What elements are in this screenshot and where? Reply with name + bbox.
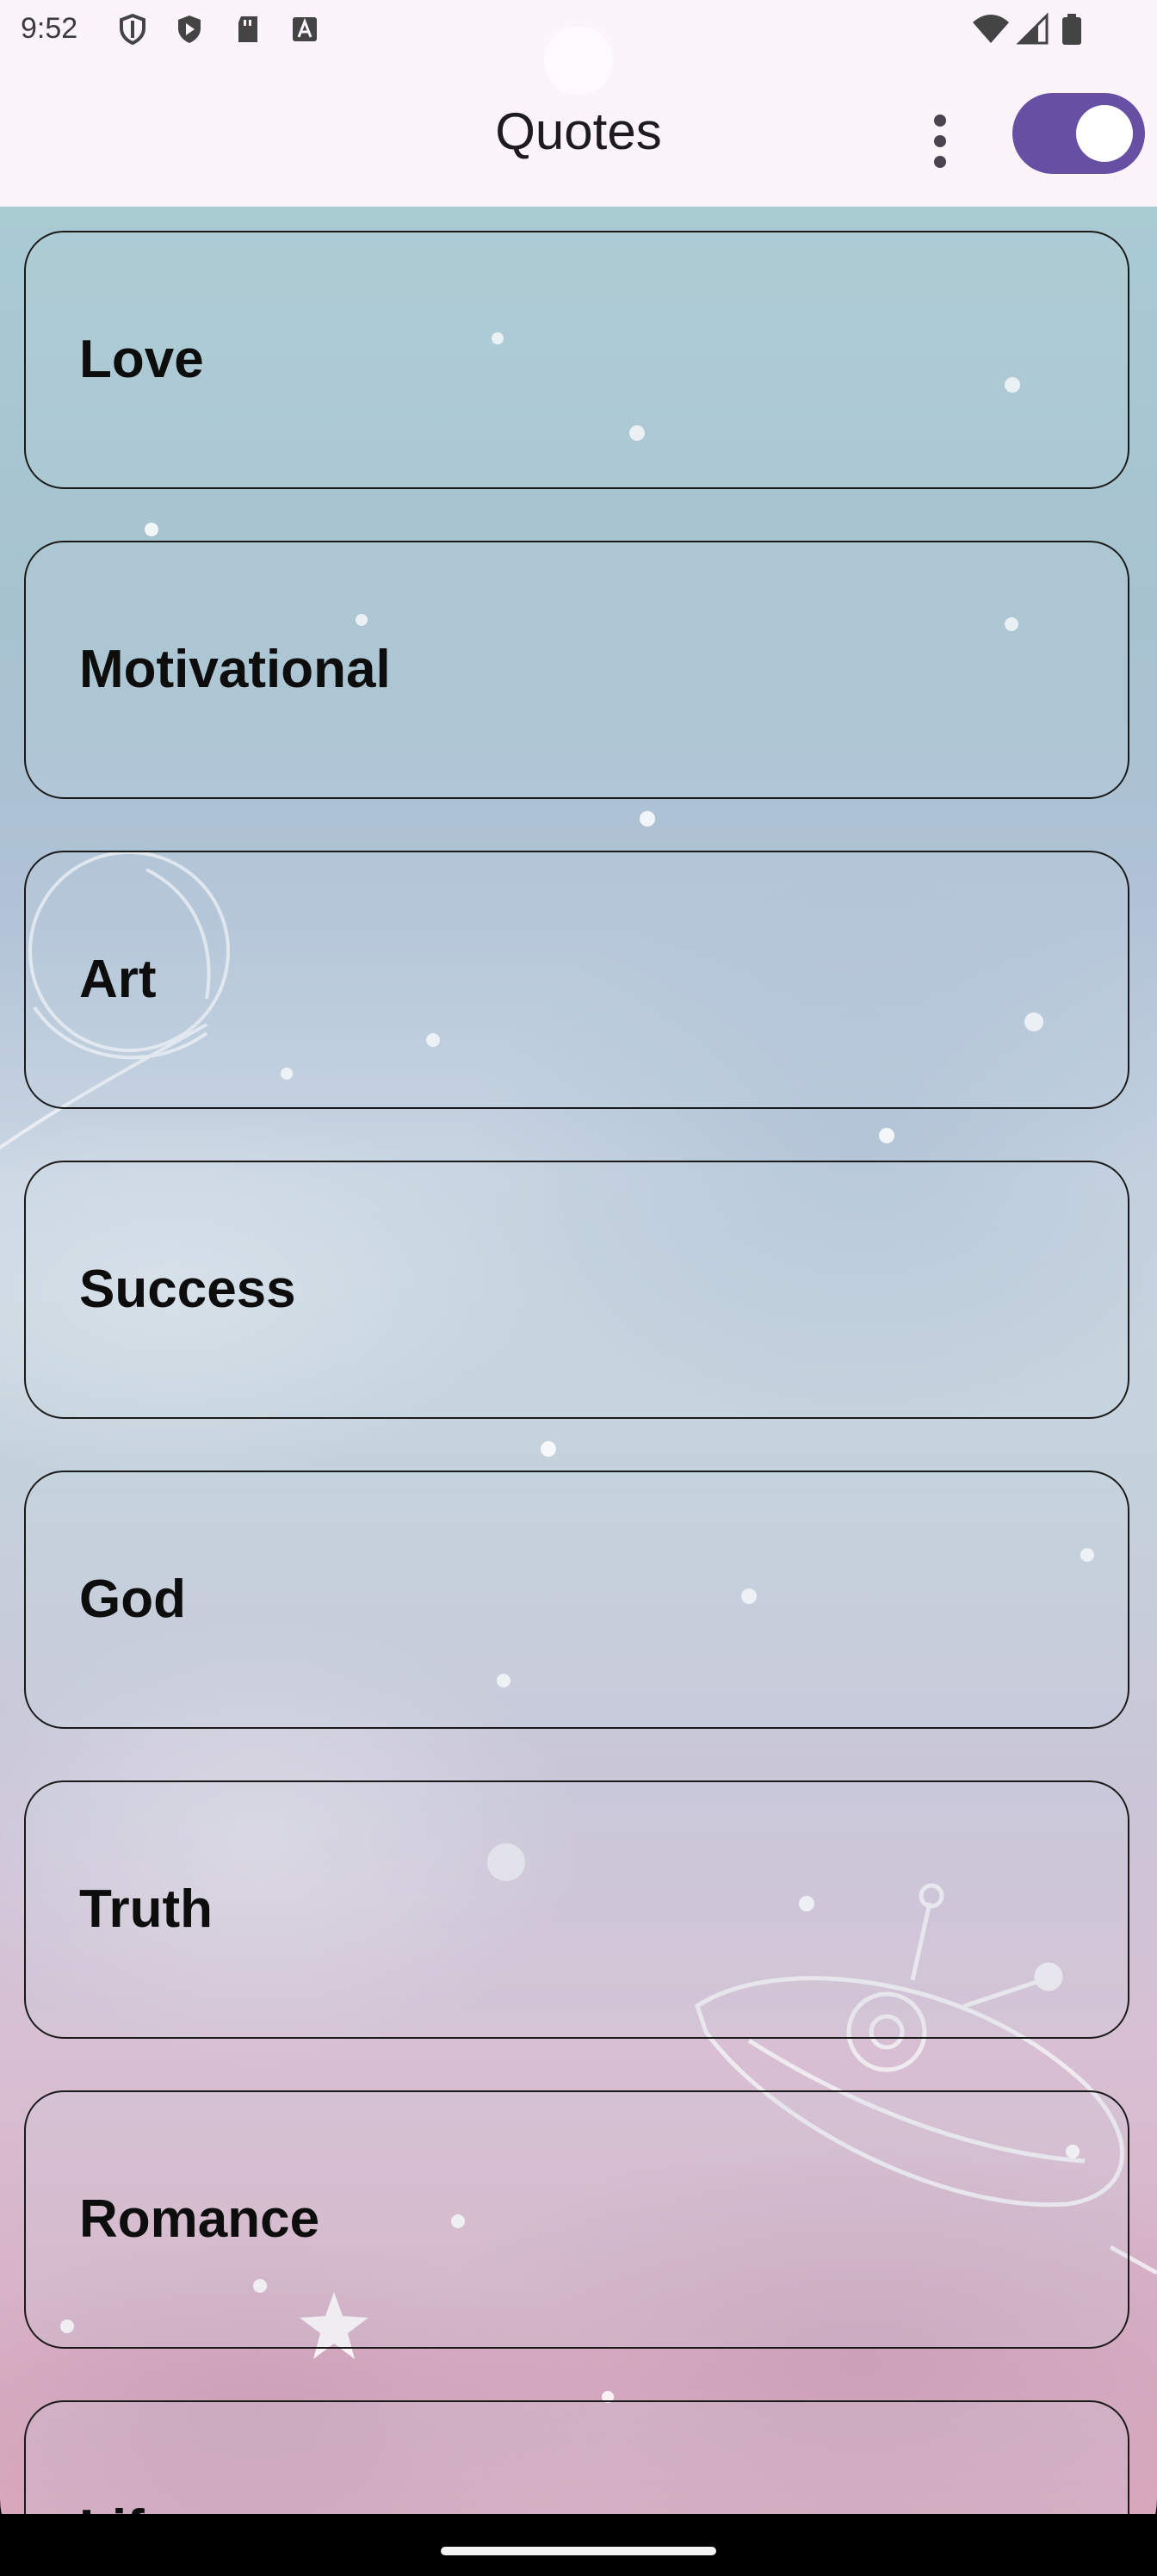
status-time: 9:52 (21, 12, 78, 45)
navigation-bar (0, 2514, 1157, 2576)
keyboard-a-icon (293, 17, 317, 41)
category-card-romance[interactable]: Romance (24, 2090, 1129, 2349)
category-label: Love (79, 330, 204, 389)
overflow-menu-button[interactable] (914, 108, 966, 177)
category-card-motivational[interactable]: Motivational (24, 541, 1129, 799)
category-label: Romance (79, 2189, 320, 2249)
category-label: Truth (79, 1879, 213, 1939)
category-card-success[interactable]: Success (24, 1161, 1129, 1419)
category-card-art[interactable]: Art (24, 851, 1129, 1109)
category-card-truth[interactable]: Truth (24, 1780, 1129, 2039)
battery-icon (1062, 14, 1081, 45)
category-card-life[interactable]: Life (24, 2400, 1129, 2514)
front-camera-cutout (544, 26, 613, 95)
category-label: Life (79, 2499, 174, 2514)
signal-icon (1016, 12, 1049, 45)
home-gesture-handle[interactable] (441, 2547, 716, 2555)
screen: 9:52 Quotes Love Motivational Art Succes… (0, 0, 1157, 2576)
category-label: Art (79, 950, 157, 1009)
category-card-god[interactable]: God (24, 1471, 1129, 1729)
play-shield-icon (178, 15, 201, 43)
wifi-icon (973, 15, 1009, 43)
sd-card-icon (238, 16, 257, 42)
category-label: God (79, 1570, 186, 1629)
category-label: Success (79, 1260, 296, 1319)
more-vert-icon (934, 115, 946, 168)
theme-toggle-switch[interactable] (1012, 93, 1145, 174)
shield-icon (120, 13, 145, 46)
toggle-knob (1076, 105, 1133, 162)
category-card-love[interactable]: Love (24, 231, 1129, 489)
category-label: Motivational (79, 640, 391, 699)
category-list: Love Motivational Art Success God Truth … (0, 207, 1157, 2514)
page-title: Quotes (495, 102, 662, 160)
